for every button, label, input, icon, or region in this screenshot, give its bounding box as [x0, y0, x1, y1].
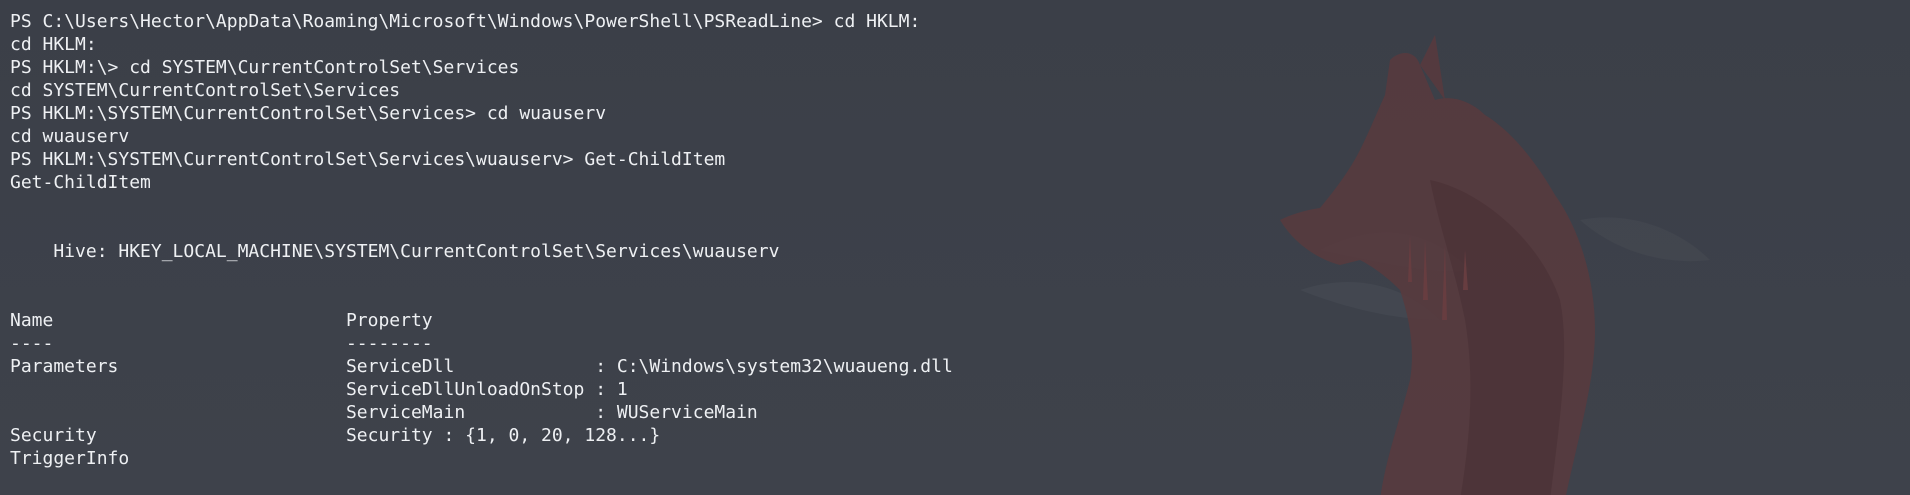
- prompt-line: PS C:\Users\Hector\AppData\Roaming\Micro…: [10, 11, 921, 32]
- prompt-line: PS HKLM:\SYSTEM\CurrentControlSet\Servic…: [10, 149, 726, 170]
- echo-line: cd HKLM:: [10, 34, 97, 55]
- prompt-line: PS HKLM:\SYSTEM\CurrentControlSet\Servic…: [10, 103, 607, 124]
- terminal-output[interactable]: PS C:\Users\Hector\AppData\Roaming\Micro…: [10, 10, 1890, 470]
- table-row: ServiceMain : WUServiceMain: [10, 402, 758, 423]
- table-row: Security Security : {1, 0, 20, 128...}: [10, 425, 661, 446]
- echo-line: Get-ChildItem: [10, 172, 151, 193]
- table-row: ServiceDllUnloadOnStop : 1: [10, 379, 628, 400]
- prompt-line: PS HKLM:\> cd SYSTEM\CurrentControlSet\S…: [10, 57, 520, 78]
- table-row: Parameters ServiceDll : C:\Windows\syste…: [10, 356, 953, 377]
- table-row: TriggerInfo: [10, 448, 130, 469]
- echo-line: cd SYSTEM\CurrentControlSet\Services: [10, 80, 401, 101]
- table-separator-row: ---- --------: [10, 333, 433, 354]
- hive-header: Hive: HKEY_LOCAL_MACHINE\SYSTEM\CurrentC…: [10, 241, 780, 262]
- terminal-window[interactable]: PS C:\Users\Hector\AppData\Roaming\Micro…: [0, 0, 1910, 495]
- echo-line: cd wuauserv: [10, 126, 130, 147]
- table-header-row: Name Property: [10, 310, 433, 331]
